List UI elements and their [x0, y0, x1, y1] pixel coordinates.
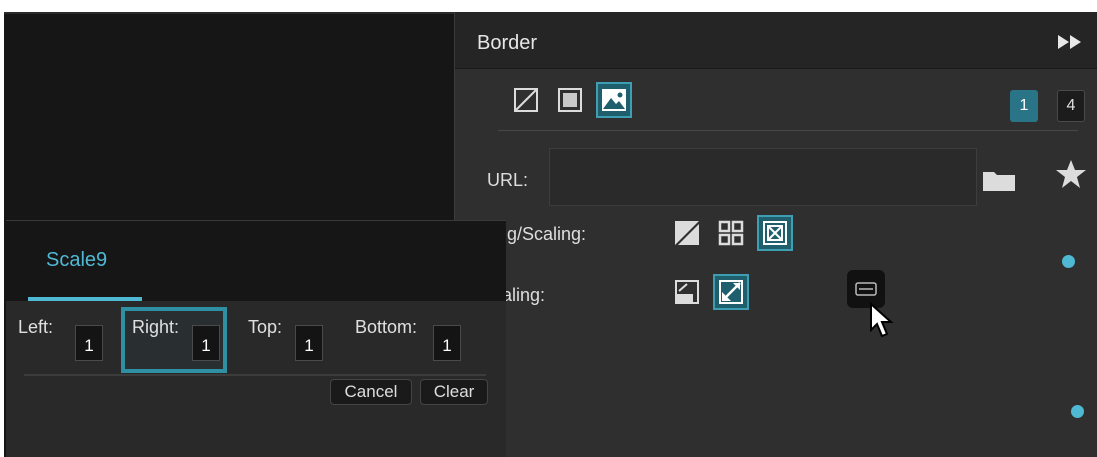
mouse-pointer-icon — [870, 302, 894, 338]
solid-fill-icon — [558, 88, 582, 112]
scale9-header: Scale9 — [6, 221, 506, 301]
border-panel: Border 1 4 URL: ing/Scaling: caling: — [454, 12, 1097, 457]
image-fill-icon — [602, 89, 626, 111]
url-input[interactable] — [549, 148, 977, 206]
clear-button[interactable]: Clear — [420, 379, 488, 405]
tab-underline — [28, 297, 142, 301]
right-label: Right: — [132, 317, 180, 337]
stretch-button[interactable] — [669, 215, 705, 251]
border-panel-header: Border — [455, 12, 1097, 69]
double-chevron-right-icon[interactable] — [1056, 32, 1086, 52]
stretch-icon — [675, 221, 699, 245]
right-input[interactable]: 1 — [192, 325, 220, 361]
tile-grid-icon — [718, 220, 744, 246]
count-option-1[interactable]: 1 — [1010, 90, 1038, 122]
tiling-scaling-label: ing/Scaling: — [493, 224, 587, 244]
cancel-button[interactable]: Cancel — [330, 379, 412, 405]
scaling-mode-group — [669, 274, 749, 310]
scale9-divider — [24, 374, 486, 376]
folder-icon[interactable] — [982, 168, 1016, 192]
solid-fill-button[interactable] — [552, 82, 588, 118]
scale-to-fit-button[interactable] — [757, 215, 793, 251]
top-label: Top: — [248, 317, 283, 337]
scale-diagonal-icon — [719, 280, 743, 304]
left-label: Left: — [18, 317, 54, 337]
status-dot — [1062, 255, 1075, 268]
star-icon[interactable] — [1055, 158, 1087, 190]
bottom-input[interactable]: 1 — [433, 325, 461, 361]
scale9-popup: Scale9 Left: 1 Right: 1 Top: 1 Bottom: 1… — [6, 220, 506, 457]
bottom-label: Bottom: — [355, 317, 418, 337]
no-fill-icon — [514, 88, 538, 112]
scale-to-fit-icon — [763, 221, 787, 245]
panel-divider — [498, 130, 1078, 131]
tab-scale9[interactable]: Scale9 — [46, 249, 107, 272]
tiling-mode-group — [669, 215, 793, 251]
scale-diagonal-button[interactable] — [713, 274, 749, 310]
top-input[interactable]: 1 — [295, 325, 323, 361]
scale-corner-icon — [675, 280, 699, 304]
status-dot — [1071, 405, 1084, 418]
tile-grid-button[interactable] — [713, 215, 749, 251]
count-option-4[interactable]: 4 — [1057, 90, 1085, 122]
editor-canvas: Border 1 4 URL: ing/Scaling: caling: Sca… — [4, 12, 1097, 457]
image-fill-button[interactable] — [596, 82, 632, 118]
left-input[interactable]: 1 — [75, 325, 103, 361]
scale-corner-button[interactable] — [669, 274, 705, 310]
fill-mode-group — [508, 82, 632, 118]
url-label: URL: — [487, 170, 529, 190]
scale9-icon — [855, 282, 877, 296]
no-fill-button[interactable] — [508, 82, 544, 118]
panel-title: Border — [477, 32, 538, 54]
